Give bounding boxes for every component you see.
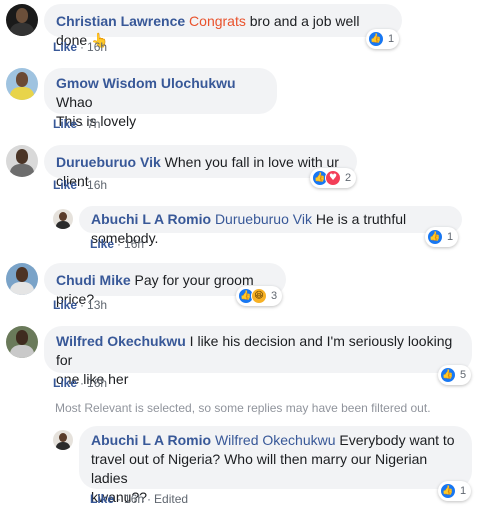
comment-bubble: Abuchi L A Romio Wilfred Okechukwu Every… <box>79 426 472 505</box>
like-link[interactable]: Like <box>53 178 77 192</box>
like-reaction-icon: 👍 <box>427 229 443 245</box>
comment-mention[interactable]: Durueburuo Vik <box>215 211 312 227</box>
separator: · <box>80 117 85 131</box>
avatar[interactable] <box>6 68 38 100</box>
reaction-summary[interactable]: 👍 😆 3 <box>236 286 283 306</box>
like-link[interactable]: Like <box>53 117 77 131</box>
comment-text: Everybody want to <box>335 432 455 448</box>
comment-time[interactable]: 16h <box>87 178 107 192</box>
comment-actions: Like · 7h <box>53 117 100 131</box>
reaction-count: 3 <box>271 290 278 302</box>
reaction-count: 1 <box>388 33 395 45</box>
reaction-summary[interactable]: 👍 1 <box>366 29 400 49</box>
comment-author[interactable]: Durueburuo Vik <box>56 154 161 170</box>
like-reaction-icon: 👍 <box>440 483 456 499</box>
separator: · <box>80 298 85 312</box>
filter-notice: Most Relevant is selected, so some repli… <box>55 401 431 415</box>
comment-time[interactable]: 13h <box>87 298 107 312</box>
comment-actions: Like · 16h <box>53 178 107 192</box>
comment-author[interactable]: Abuchi L A Romio <box>91 211 211 227</box>
comment-bubble: Gmow Wisdom Ulochukwu Whao This is lovel… <box>44 68 277 129</box>
comment-time[interactable]: 16h <box>87 40 107 54</box>
comment-author[interactable]: Gmow Wisdom Ulochukwu <box>56 75 236 91</box>
like-link[interactable]: Like <box>53 298 77 312</box>
avatar[interactable] <box>6 4 38 36</box>
comment-mention[interactable]: Wilfred Okechukwu <box>215 432 336 448</box>
comment-author[interactable]: Chudi Mike <box>56 272 131 288</box>
like-reaction-icon: 👍 <box>440 367 456 383</box>
comment-actions: Like · 16h <box>53 376 107 390</box>
comment-text: Whao <box>56 94 93 110</box>
comment-text: travel out of Nigeria? Who will then mar… <box>91 451 428 486</box>
comment-bubble: Wilfred Okechukwu I like his decision an… <box>44 326 472 387</box>
avatar[interactable] <box>6 263 38 295</box>
separator: · <box>117 237 122 251</box>
edited-label[interactable]: Edited <box>154 492 188 506</box>
reaction-summary[interactable]: 👍 ♥ 2 <box>310 168 357 188</box>
comment-author[interactable]: Abuchi L A Romio <box>91 432 211 448</box>
comment-bubble: Abuchi L A Romio Durueburuo Vik He is a … <box>79 206 462 246</box>
separator: · <box>80 178 85 192</box>
comment-time[interactable]: 7h <box>87 117 100 131</box>
avatar[interactable] <box>6 326 38 358</box>
avatar[interactable] <box>6 145 38 177</box>
comment-mention[interactable]: Congrats <box>189 13 246 29</box>
comment-author[interactable]: Wilfred Okechukwu <box>56 333 186 349</box>
comment-bubble: Christian Lawrence Congrats bro and a jo… <box>44 4 402 48</box>
comment-actions: Like · 16h · Edited <box>90 492 188 506</box>
comment-author[interactable]: Christian Lawrence <box>56 13 185 29</box>
comment-actions: Like · 13h <box>53 298 107 312</box>
like-link[interactable]: Like <box>90 492 114 506</box>
separator: · <box>147 492 152 506</box>
reaction-count: 1 <box>460 485 467 497</box>
reaction-count: 1 <box>447 231 454 243</box>
comment-time[interactable]: 16h <box>124 237 144 251</box>
like-link[interactable]: Like <box>53 376 77 390</box>
comment-time[interactable]: 16h <box>124 492 144 506</box>
reaction-summary[interactable]: 👍 1 <box>425 227 459 247</box>
avatar[interactable] <box>53 430 73 450</box>
comment-actions: Like · 16h <box>53 40 107 54</box>
separator: · <box>117 492 122 506</box>
haha-reaction-icon: 😆 <box>251 288 267 304</box>
comment-time[interactable]: 16h <box>87 376 107 390</box>
reaction-summary[interactable]: 👍 1 <box>438 481 472 501</box>
like-reaction-icon: 👍 <box>368 31 384 47</box>
separator: · <box>80 376 85 390</box>
avatar[interactable] <box>53 209 73 229</box>
comment-actions: Like · 16h <box>90 237 144 251</box>
reaction-count: 2 <box>345 172 352 184</box>
like-link[interactable]: Like <box>53 40 77 54</box>
love-reaction-icon: ♥ <box>325 170 341 186</box>
like-link[interactable]: Like <box>90 237 114 251</box>
reaction-summary[interactable]: 👍 5 <box>438 365 472 385</box>
separator: · <box>80 40 85 54</box>
reaction-count: 5 <box>460 369 467 381</box>
